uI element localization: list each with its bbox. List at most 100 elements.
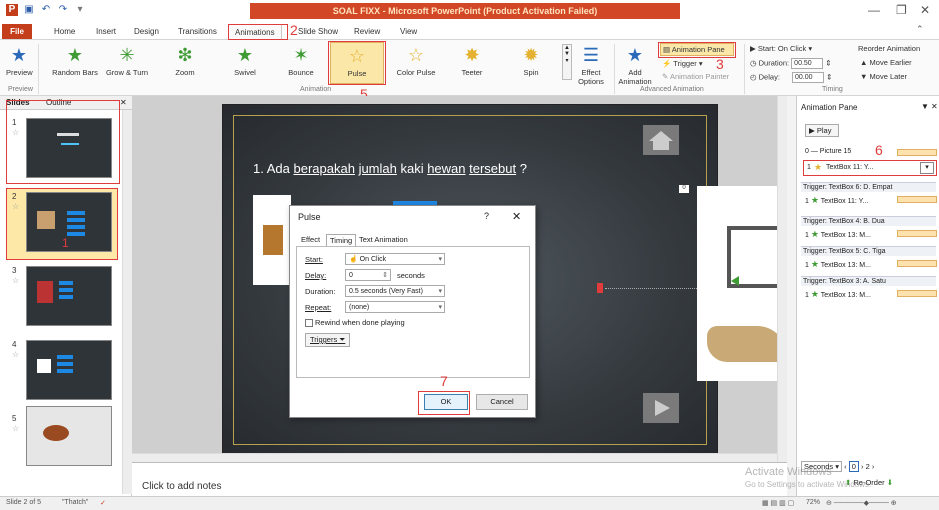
chevron-down-icon: ▾ — [438, 256, 442, 263]
scroll-right-icon[interactable]: › — [872, 462, 875, 471]
move-earlier-button[interactable]: ▲ Move Earlier — [860, 58, 912, 67]
minimize-icon[interactable]: — — [868, 3, 880, 17]
selected-animation-item[interactable]: 1 ★ TextBox 11: Y... ▾ — [803, 160, 937, 176]
delay-unit: seconds — [397, 271, 425, 280]
animation-item[interactable]: 1 ★ TextBox 13: M... — [805, 289, 871, 300]
effect-grow-turn[interactable]: ✳ Grow & Turn — [104, 44, 150, 77]
close-panel-icon[interactable]: ✕ — [120, 98, 127, 107]
next-slide-icon[interactable] — [643, 393, 679, 423]
move-later-button[interactable]: ▼ Move Later — [860, 72, 907, 81]
effect-zoom[interactable]: ❇ Zoom — [170, 44, 200, 77]
delay-label: Delay: — [758, 72, 780, 82]
gallery-scroll[interactable]: ▲ ▼ ▾ — [562, 44, 572, 80]
dialog-tab-text-animation[interactable]: Text Animation — [356, 234, 411, 245]
question-part: tersebut — [469, 161, 517, 176]
repeat-select[interactable]: (none) ▾ — [345, 301, 445, 313]
editor-horizontal-scrollbar[interactable] — [132, 453, 777, 462]
animation-item[interactable]: 1 ★ TextBox 13: M... — [805, 259, 871, 270]
animation-painter-button[interactable]: ✎ Animation Painter — [662, 72, 729, 81]
tab-outline[interactable]: Outline — [46, 98, 71, 107]
effect-color-pulse[interactable]: ☆ Color Pulse — [392, 44, 440, 77]
slides-scrollbar[interactable] — [122, 110, 132, 494]
notes-pane[interactable]: Click to add notes — [132, 462, 787, 496]
tab-view[interactable]: View — [394, 24, 423, 39]
question-text[interactable]: 1. Ada berapakah jumlah kaki hewan terse… — [253, 161, 527, 176]
effect-random-bars[interactable]: ★ Random Bars — [50, 44, 100, 77]
tab-file[interactable]: File — [2, 24, 32, 39]
animal-picture[interactable] — [253, 195, 291, 285]
dialog-tab-timing[interactable]: Timing — [326, 234, 357, 246]
slide-thumbnail-2[interactable] — [26, 192, 112, 252]
slide-thumbnail-4[interactable] — [26, 340, 112, 400]
cancel-button[interactable]: Cancel — [476, 394, 528, 410]
animation-item[interactable]: 1 ★ TextBox 13: M... — [805, 229, 871, 240]
customize-toolbar-icon[interactable]: ▾ — [74, 4, 86, 16]
start-icon: ▶ — [750, 44, 756, 53]
duration-control[interactable]: ◷ Duration: 00.50 ⇕ — [750, 58, 832, 69]
slide-thumbnail-3[interactable] — [26, 266, 112, 326]
delay-input[interactable]: 00.00 — [792, 72, 824, 83]
delay-control[interactable]: ◴ Delay: 00.00 ⇕ — [750, 72, 832, 83]
zoom-level[interactable]: 72% — [806, 499, 820, 506]
help-button[interactable]: ? — [484, 211, 489, 221]
dialog-tab-effect[interactable]: Effect — [298, 234, 323, 245]
spelling-check-icon[interactable]: ✓ — [100, 499, 106, 507]
preview-button[interactable]: ★ Preview — [6, 44, 33, 77]
animation-pane-button[interactable]: ▤ Animation Pane — [660, 43, 734, 56]
pane-close-icon[interactable]: ✕ — [931, 102, 938, 111]
tab-animations[interactable]: Animations — [228, 24, 282, 39]
checkbox-icon[interactable] — [305, 319, 313, 328]
zoom-out-icon[interactable]: ‹ — [844, 462, 847, 471]
pane-menu-icon[interactable]: ▼ — [921, 102, 929, 111]
zoom-slider[interactable]: ⊖ ──────◆──── ⊕ — [826, 499, 897, 507]
annotation-number: 7 — [440, 373, 448, 389]
effect-teeter[interactable]: ✸ Teeter — [456, 44, 488, 77]
dialog-close-button[interactable]: ✕ — [512, 210, 521, 223]
tab-slide-show[interactable]: Slide Show — [292, 24, 344, 39]
start-select[interactable]: ☝ On Click ▾ — [345, 253, 445, 265]
sand-shape[interactable] — [707, 326, 787, 362]
duration-select[interactable]: 0.5 seconds (Very Fast) ▾ — [345, 285, 445, 297]
duration-input[interactable]: 00.50 — [791, 58, 824, 69]
add-animation-button[interactable]: ★ Add Animation — [616, 44, 654, 86]
ok-button[interactable]: OK — [424, 394, 468, 410]
animation-item[interactable]: 1 ★ TextBox 11: Y... — [805, 195, 868, 206]
start-control[interactable]: ▶ Start: On Click ▾ — [750, 44, 812, 53]
effect-pulse[interactable]: ☆ Pulse — [330, 42, 384, 84]
spinner-icon[interactable]: ⇕ — [382, 270, 388, 281]
item-dropdown-icon[interactable]: ▾ — [920, 162, 934, 174]
effect-swivel[interactable]: ★ Swivel — [228, 44, 262, 77]
slide-number: 1 — [12, 118, 17, 127]
play-button[interactable]: ▶ Play — [805, 124, 839, 137]
editor-vertical-scrollbar[interactable] — [777, 96, 787, 462]
effect-options-button[interactable]: ☰ Effect Options — [576, 44, 606, 86]
effect-bounce[interactable]: ✶ Bounce — [284, 44, 318, 77]
slide-thumbnail-5[interactable] — [26, 406, 112, 466]
redo-icon[interactable]: ↷ — [57, 4, 69, 16]
move-down-icon[interactable]: ⬇ — [887, 478, 893, 487]
delay-input[interactable]: 0 ⇕ — [345, 269, 391, 281]
animation-item[interactable]: 0 — Picture 15 — [805, 148, 851, 155]
rewind-checkbox[interactable]: Rewind when done playing — [305, 318, 405, 328]
trigger-button[interactable]: ⚡ Trigger ▾ — [662, 59, 703, 68]
slide-thumbnail-1[interactable] — [26, 118, 112, 178]
tab-design[interactable]: Design — [128, 24, 165, 39]
undo-icon[interactable]: ↶ — [40, 4, 52, 16]
tab-review[interactable]: Review — [348, 24, 386, 39]
view-buttons[interactable]: ▦ ▤ ▥ ▢ — [762, 499, 794, 507]
effect-spin[interactable]: ✹ Spin — [518, 44, 544, 77]
tab-home[interactable]: Home — [48, 24, 81, 39]
home-icon[interactable] — [643, 125, 679, 155]
item-number: 0 — [805, 148, 809, 155]
tab-transitions[interactable]: Transitions — [172, 24, 223, 39]
motion-start-icon — [731, 276, 739, 286]
save-icon[interactable]: ▣ — [23, 4, 35, 16]
zoom-in-icon[interactable]: › — [861, 462, 864, 471]
ribbon-collapse-icon[interactable]: ⌃ — [916, 24, 924, 35]
restore-icon[interactable]: ❐ — [896, 3, 907, 17]
tab-slides[interactable]: Slides — [6, 98, 30, 107]
trigger-header: Trigger: TextBox 5: C. Tiga — [801, 246, 936, 256]
tab-insert[interactable]: Insert — [90, 24, 122, 39]
triggers-button[interactable]: Triggers ⏷ — [305, 333, 351, 347]
close-window-icon[interactable]: ✕ — [920, 3, 930, 17]
